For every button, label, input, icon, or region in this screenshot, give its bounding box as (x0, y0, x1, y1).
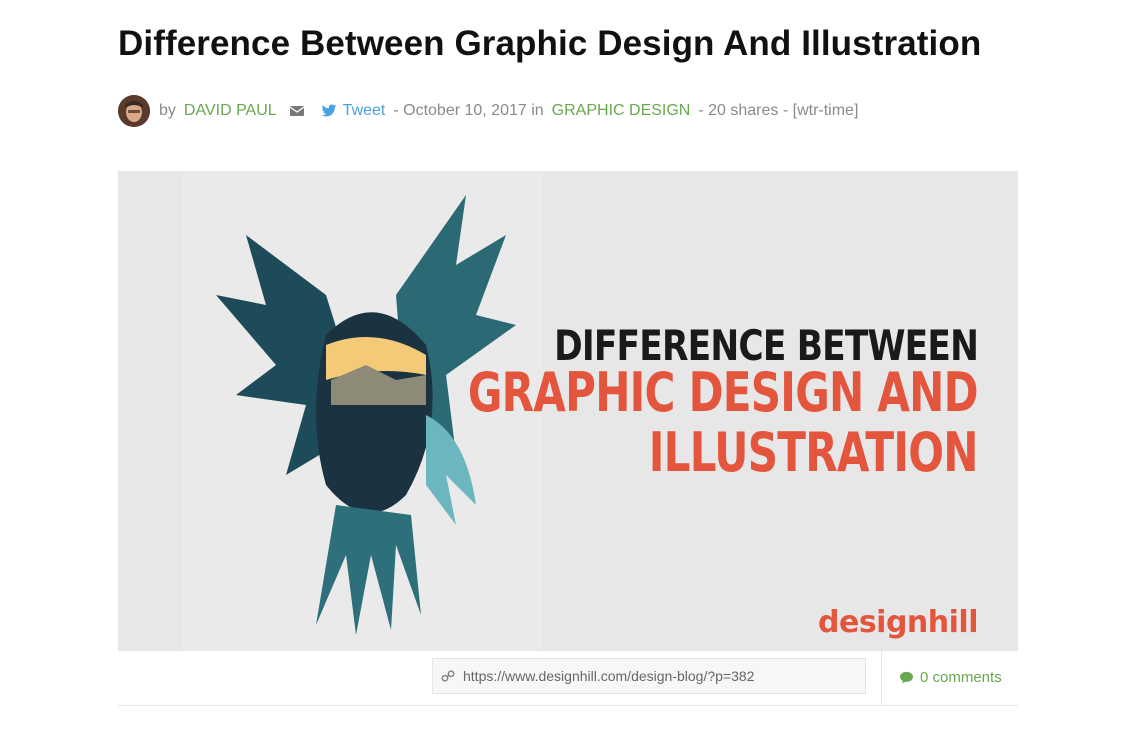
comments-link[interactable]: 0 comments (899, 651, 1002, 703)
envelope-icon[interactable] (289, 103, 305, 119)
author-avatar[interactable] (118, 95, 150, 127)
hero-heading-line-3: ILLUSTRATION (649, 421, 979, 484)
hero-heading-line-2: GRAPHIC DESIGN AND (468, 361, 979, 424)
designhill-logo: designhill (818, 605, 979, 640)
meta-by: by (159, 102, 176, 119)
featured-image: DIFFERENCE BETWEEN GRAPHIC DESIGN AND IL… (118, 171, 1018, 651)
short-url-text: https://www.designhill.com/design-blog/?… (463, 668, 755, 684)
short-url-field[interactable]: https://www.designhill.com/design-blog/?… (432, 658, 866, 694)
post-meta: by DAVID PAUL Tweet - October 10, 2017 i… (118, 95, 858, 127)
comments-count: 0 comments (920, 668, 1002, 686)
twitter-icon[interactable] (321, 103, 337, 119)
link-icon (441, 670, 455, 682)
post-title: Difference Between Graphic Design And Il… (118, 24, 982, 63)
tweet-link[interactable]: Tweet (343, 102, 386, 120)
author-link[interactable]: DAVID PAUL (184, 102, 277, 120)
comment-icon (900, 671, 913, 684)
share-bar: https://www.designhill.com/design-blog/?… (118, 651, 1018, 706)
shares-count: - 20 shares - [wtr-time] (698, 102, 859, 119)
category-link[interactable]: GRAPHIC DESIGN (552, 102, 691, 120)
post-date: - October 10, 2017 in (393, 102, 544, 119)
